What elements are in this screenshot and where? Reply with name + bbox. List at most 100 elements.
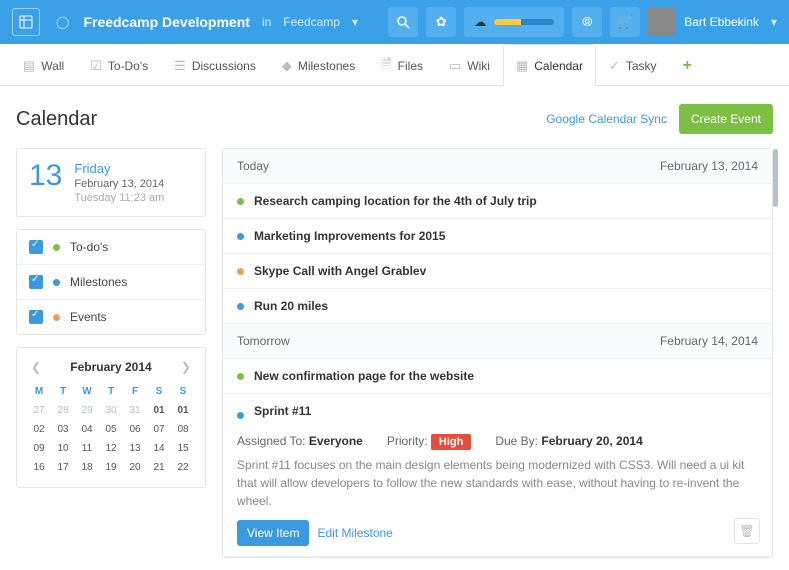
today-date: February 13, 2014 <box>74 178 164 190</box>
avatar[interactable] <box>648 8 676 36</box>
cal-day[interactable]: 22 <box>171 458 195 477</box>
event-row[interactable]: Marketing Improvements for 2015 <box>223 219 772 254</box>
tab-files[interactable]: 🗎Files <box>368 44 436 86</box>
event-expanded: Sprint #11Assigned To: EveryonePriority:… <box>223 394 772 557</box>
event-title: Research camping location for the 4th of… <box>254 194 537 208</box>
cart-icon[interactable]: 🛒 <box>610 7 640 37</box>
filter-label: To-do's <box>70 240 108 254</box>
cal-day[interactable]: 09 <box>27 439 51 458</box>
cal-day[interactable]: 08 <box>171 420 195 439</box>
cal-day[interactable]: 07 <box>147 420 171 439</box>
wiki-icon: ▭ <box>449 58 461 74</box>
cal-day[interactable]: 28 <box>51 401 75 420</box>
cal-day[interactable]: 15 <box>171 439 195 458</box>
calendar-icon: ▦ <box>516 58 528 74</box>
google-sync-link[interactable]: Google Calendar Sync <box>546 112 667 126</box>
filter-label: Events <box>70 310 107 324</box>
milestones-icon: ◆ <box>282 58 292 74</box>
section-title: Today <box>237 159 269 173</box>
color-dot <box>237 412 244 419</box>
event-description: Sprint #11 focuses on the main design el… <box>237 456 758 510</box>
cal-day[interactable]: 01 <box>171 401 195 420</box>
create-event-button[interactable]: Create Event <box>679 104 773 134</box>
cal-day[interactable]: 30 <box>99 401 123 420</box>
tab-discussions[interactable]: ☰Discussions <box>161 44 269 86</box>
tab-milestones[interactable]: ◆Milestones <box>269 44 368 86</box>
cal-day[interactable]: 14 <box>147 439 171 458</box>
help-icon[interactable]: ⦾ <box>572 7 602 37</box>
view-item-button[interactable]: View Item <box>237 520 309 546</box>
cal-day[interactable]: 04 <box>75 420 99 439</box>
event-title: Marketing Improvements for 2015 <box>254 229 445 243</box>
cal-day[interactable]: 01 <box>147 401 171 420</box>
today-time: Tuesday 11:23 am <box>74 192 164 204</box>
page-header: Calendar Google Calendar Sync Create Eve… <box>16 104 773 134</box>
discussions-icon: ☰ <box>174 58 186 74</box>
tab-todos[interactable]: ☑To-Do's <box>77 44 161 86</box>
cal-day[interactable]: 03 <box>51 420 75 439</box>
priority-badge: High <box>431 434 471 450</box>
trash-icon[interactable]: 🗑 <box>734 518 760 544</box>
cal-day[interactable]: 19 <box>99 458 123 477</box>
workspace-name[interactable]: Feedcamp <box>283 15 340 29</box>
tab-wall[interactable]: ▤Wall <box>10 44 77 86</box>
filter-events[interactable]: Events <box>17 299 205 334</box>
cal-day[interactable]: 10 <box>51 439 75 458</box>
cal-day[interactable]: 27 <box>27 401 51 420</box>
storage-indicator[interactable]: ☁ <box>464 7 564 37</box>
checkbox-icon[interactable] <box>29 310 43 324</box>
search-icon[interactable] <box>388 7 418 37</box>
section-header: Tomorrow February 14, 2014 <box>223 324 772 359</box>
color-dot <box>237 373 244 380</box>
cal-day[interactable]: 02 <box>27 420 51 439</box>
section-title: Tomorrow <box>237 334 290 348</box>
user-name[interactable]: Bart Ebbekink <box>684 15 759 29</box>
color-dot <box>53 314 60 321</box>
files-icon: 🗎 <box>381 55 391 77</box>
cal-month: February 2014 <box>70 360 151 374</box>
chevron-down-icon[interactable]: ▾ <box>771 15 777 29</box>
event-title: Skype Call with Angel Grablev <box>254 264 426 278</box>
filter-to-do's[interactable]: To-do's <box>17 230 205 264</box>
event-row[interactable]: Research camping location for the 4th of… <box>223 184 772 219</box>
app-menu-icon[interactable] <box>12 8 40 36</box>
tab-wiki[interactable]: ▭Wiki <box>436 44 503 86</box>
cal-day[interactable]: 21 <box>147 458 171 477</box>
add-tab-button[interactable]: + <box>670 44 705 86</box>
event-title: New confirmation page for the website <box>254 369 474 383</box>
wall-icon: ▤ <box>23 58 35 74</box>
section-header: TodayFebruary 13, 2014 <box>223 149 772 184</box>
project-name[interactable]: Freedcamp Development <box>83 14 250 30</box>
cal-day[interactable]: 11 <box>75 439 99 458</box>
cal-day[interactable]: 17 <box>51 458 75 477</box>
edit-milestone-button[interactable]: Edit Milestone <box>317 526 392 540</box>
cal-day[interactable]: 05 <box>99 420 123 439</box>
cal-day[interactable]: 06 <box>123 420 147 439</box>
cal-day[interactable]: 16 <box>27 458 51 477</box>
topbar: ◯ Freedcamp Development in Feedcamp ▾ ✿ … <box>0 0 789 44</box>
chevron-down-icon[interactable]: ▾ <box>352 15 358 29</box>
event-row[interactable]: Run 20 miles <box>223 289 772 324</box>
cal-day[interactable]: 13 <box>123 439 147 458</box>
checkbox-icon[interactable] <box>29 275 43 289</box>
cal-prev-icon[interactable]: ❮ <box>31 360 41 374</box>
scrollbar[interactable] <box>773 149 778 207</box>
filter-milestones[interactable]: Milestones <box>17 264 205 299</box>
tab-calendar[interactable]: ▦Calendar <box>503 44 596 86</box>
cal-day[interactable]: 18 <box>75 458 99 477</box>
cal-next-icon[interactable]: ❯ <box>181 360 191 374</box>
cal-day[interactable]: 31 <box>123 401 147 420</box>
section-date: February 14, 2014 <box>660 334 758 348</box>
cal-day[interactable]: 29 <box>75 401 99 420</box>
gear-icon[interactable]: ✿ <box>426 7 456 37</box>
event-row[interactable]: Skype Call with Angel Grablev <box>223 254 772 289</box>
checkbox-icon[interactable] <box>29 240 43 254</box>
today-day-number: 13 <box>29 161 62 204</box>
assigned-meta: Assigned To: Everyone <box>237 434 363 448</box>
cal-day[interactable]: 20 <box>123 458 147 477</box>
event-row[interactable]: New confirmation page for the website <box>223 359 772 394</box>
cal-day[interactable]: 12 <box>99 439 123 458</box>
tab-tasky[interactable]: ✓Tasky <box>596 44 670 86</box>
todos-icon: ☑ <box>90 58 102 74</box>
today-weekday: Friday <box>74 161 164 176</box>
